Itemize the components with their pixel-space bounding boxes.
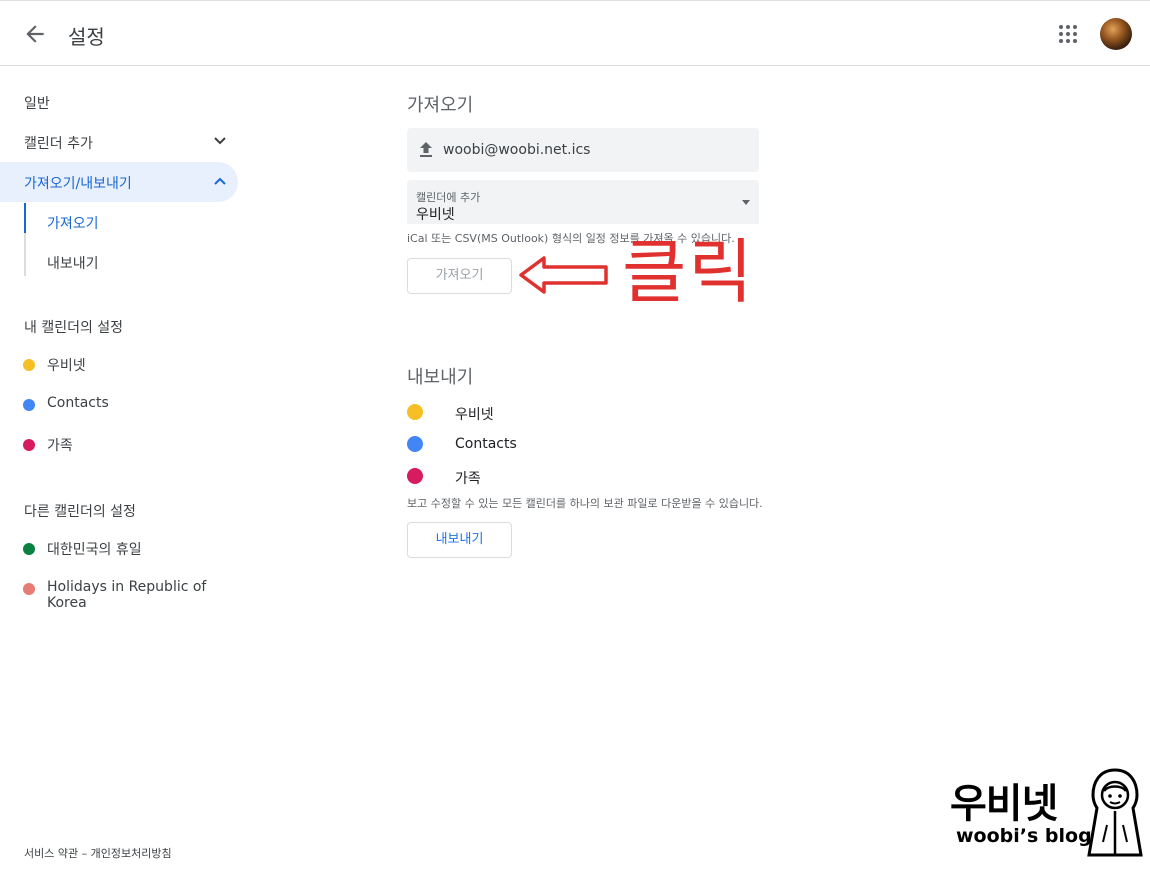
export-calendar-item: Contacts — [407, 432, 607, 456]
annotation-arrow-icon — [519, 256, 608, 294]
sidebar-item-add-calendar[interactable]: 캘린더 추가 — [0, 122, 238, 162]
blog-watermark: 우비넷 woobi’s blog — [950, 767, 1145, 863]
select-caption: 캘린더에 추가 — [416, 191, 481, 204]
import-section-title: 가져오기 — [407, 95, 474, 116]
annotation-click-text: 클릭 — [622, 231, 755, 313]
calendar-name: 가족 — [455, 471, 481, 487]
sidebar-calendar-item[interactable]: Contacts — [0, 393, 250, 417]
calendar-name: 가족 — [47, 438, 73, 454]
sidebar-item-general[interactable]: 일반 — [0, 82, 238, 122]
calendar-color-dot — [23, 543, 35, 555]
privacy-link[interactable]: 개인정보처리방침 — [91, 847, 172, 860]
export-section-title: 내보내기 — [407, 367, 474, 388]
calendar-color-dot — [407, 404, 423, 420]
terms-link[interactable]: 서비스 약관 — [24, 847, 78, 860]
upload-icon — [420, 142, 432, 157]
target-calendar-select[interactable]: 캘린더에 추가 우비넷 — [407, 180, 759, 224]
raincoat-figure-icon — [1087, 768, 1143, 857]
select-value: 우비넷 — [416, 207, 455, 223]
calendar-name: Contacts — [455, 436, 517, 452]
import-button[interactable]: 가져오기 — [407, 258, 512, 294]
main-content: 가져오기 woobi@woobi.net.ics 캘린더에 추가 우비넷 iCa… — [407, 66, 1107, 766]
footer-links: 서비스 약관 – 개인정보처리방침 — [24, 845, 172, 861]
calendar-name: 대한민국의 휴일 — [47, 542, 142, 558]
app-header: 설정 — [0, 0, 1150, 66]
apps-grid-icon[interactable] — [1058, 24, 1078, 44]
export-calendar-item: 우비넷 — [407, 400, 607, 424]
sidebar-subitem-import[interactable]: 가져오기 — [47, 213, 99, 233]
page-title: 설정 — [68, 25, 105, 49]
sidebar-calendar-item[interactable]: 우비넷 — [0, 353, 250, 377]
chevron-down-icon[interactable] — [213, 136, 227, 146]
calendar-color-dot — [407, 468, 423, 484]
calendar-color-dot — [23, 583, 35, 595]
other-calendars-heading: 다른 캘린더의 설정 — [24, 504, 136, 520]
export-button[interactable]: 내보내기 — [407, 522, 512, 558]
import-file-picker[interactable]: woobi@woobi.net.ics — [407, 128, 759, 172]
sidebar-item-import-export[interactable]: 가져오기/내보내기 — [0, 162, 238, 202]
back-arrow-icon[interactable] — [22, 21, 48, 47]
export-hint: 보고 수정할 수 있는 모든 캘린더를 하나의 보관 파일로 다운받을 수 있습… — [407, 497, 763, 510]
calendar-name: Contacts — [47, 395, 109, 411]
calendar-name: 우비넷 — [47, 358, 86, 374]
sidebar-calendar-item[interactable]: 대한민국의 휴일 — [0, 537, 250, 561]
sidebar-item-label: 가져오기/내보내기 — [24, 176, 132, 192]
calendar-name: 우비넷 — [455, 407, 494, 423]
watermark-title: 우비넷 — [950, 781, 1058, 827]
calendar-color-dot — [23, 439, 35, 451]
export-calendar-item: 가족 — [407, 464, 607, 488]
calendar-color-dot — [23, 399, 35, 411]
account-avatar[interactable] — [1100, 18, 1132, 50]
my-calendars-heading: 내 캘린더의 설정 — [24, 320, 124, 336]
settings-sidebar: 일반 캘린더 추가 가져오기/내보내기 가져오기 내보내기 내 캘린더의 설정 … — [0, 66, 260, 871]
calendar-color-dot — [407, 436, 423, 452]
sidebar-calendar-item[interactable]: 가족 — [0, 433, 250, 457]
calendar-name: Holidays in Republic of Korea — [47, 579, 207, 611]
chevron-up-icon[interactable] — [213, 176, 227, 186]
footer-separator: – — [81, 847, 88, 860]
submenu-active-indicator — [24, 203, 26, 233]
sidebar-calendar-item[interactable]: Holidays in Republic of Korea — [0, 577, 250, 611]
sidebar-item-label: 일반 — [24, 96, 50, 112]
watermark-subtitle: woobi’s blog — [956, 825, 1092, 847]
dropdown-caret-icon — [742, 200, 750, 205]
sidebar-item-label: 캘린더 추가 — [24, 136, 93, 152]
sidebar-subitem-export[interactable]: 내보내기 — [47, 253, 99, 273]
selected-file-name: woobi@woobi.net.ics — [443, 142, 591, 158]
calendar-color-dot — [23, 359, 35, 371]
